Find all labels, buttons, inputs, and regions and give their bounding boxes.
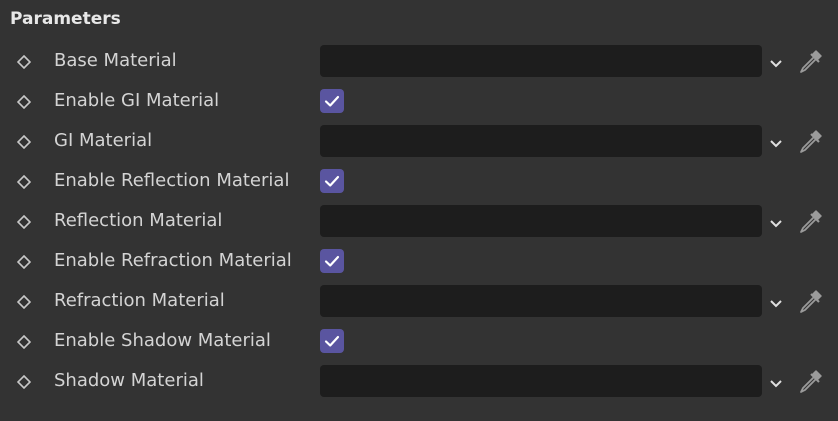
parameter-label: Shadow Material — [54, 370, 204, 391]
row-enable-gi-material: Enable GI Material — [0, 81, 838, 121]
base-material-field[interactable] — [320, 45, 762, 77]
chevron-down-icon[interactable] — [768, 295, 784, 308]
keyframe-diamond-icon[interactable] — [16, 254, 32, 270]
row-enable-shadow-material: Enable Shadow Material — [0, 321, 838, 361]
eyedropper-icon[interactable] — [795, 46, 827, 76]
keyframe-diamond-icon[interactable] — [16, 94, 32, 110]
row-refraction-material: Refraction Material — [0, 281, 838, 321]
parameter-list: Base Material Enable GI Material GI Mate… — [0, 41, 838, 401]
parameters-panel: Parameters Base Material Enable GI Mater… — [0, 0, 838, 421]
enable-shadow-material-checkbox[interactable] — [320, 329, 344, 353]
checkmark-icon — [324, 255, 340, 267]
row-gi-material: GI Material — [0, 121, 838, 161]
parameter-label: Enable Refraction Material — [54, 250, 292, 271]
checkmark-icon — [324, 95, 340, 107]
chevron-down-icon[interactable] — [768, 215, 784, 228]
eyedropper-icon[interactable] — [795, 206, 827, 236]
shadow-material-field[interactable] — [320, 365, 762, 397]
enable-reflection-material-checkbox[interactable] — [320, 169, 344, 193]
checkmark-icon — [324, 175, 340, 187]
keyframe-diamond-icon[interactable] — [16, 374, 32, 390]
parameter-label: Enable GI Material — [54, 90, 220, 111]
row-enable-refraction-material: Enable Refraction Material — [0, 241, 838, 281]
row-base-material: Base Material — [0, 41, 838, 81]
eyedropper-icon[interactable] — [795, 126, 827, 156]
chevron-down-icon[interactable] — [768, 375, 784, 388]
keyframe-diamond-icon[interactable] — [16, 54, 32, 70]
parameter-label: Enable Shadow Material — [54, 330, 271, 351]
eyedropper-icon[interactable] — [795, 286, 827, 316]
chevron-down-icon[interactable] — [768, 135, 784, 148]
panel-title: Parameters — [10, 9, 121, 29]
parameter-label: GI Material — [54, 130, 153, 151]
checkmark-icon — [324, 335, 340, 347]
enable-gi-material-checkbox[interactable] — [320, 89, 344, 113]
keyframe-diamond-icon[interactable] — [16, 134, 32, 150]
parameter-label: Refraction Material — [54, 290, 225, 311]
parameter-label: Reflection Material — [54, 210, 223, 231]
keyframe-diamond-icon[interactable] — [16, 174, 32, 190]
parameter-label: Base Material — [54, 50, 177, 71]
row-shadow-material: Shadow Material — [0, 361, 838, 401]
gi-material-field[interactable] — [320, 125, 762, 157]
keyframe-diamond-icon[interactable] — [16, 334, 32, 350]
chevron-down-icon[interactable] — [768, 55, 784, 68]
row-reflection-material: Reflection Material — [0, 201, 838, 241]
keyframe-diamond-icon[interactable] — [16, 294, 32, 310]
row-enable-reflection-material: Enable Reflection Material — [0, 161, 838, 201]
refraction-material-field[interactable] — [320, 285, 762, 317]
enable-refraction-material-checkbox[interactable] — [320, 249, 344, 273]
reflection-material-field[interactable] — [320, 205, 762, 237]
keyframe-diamond-icon[interactable] — [16, 214, 32, 230]
eyedropper-icon[interactable] — [795, 366, 827, 396]
parameter-label: Enable Reflection Material — [54, 170, 290, 191]
